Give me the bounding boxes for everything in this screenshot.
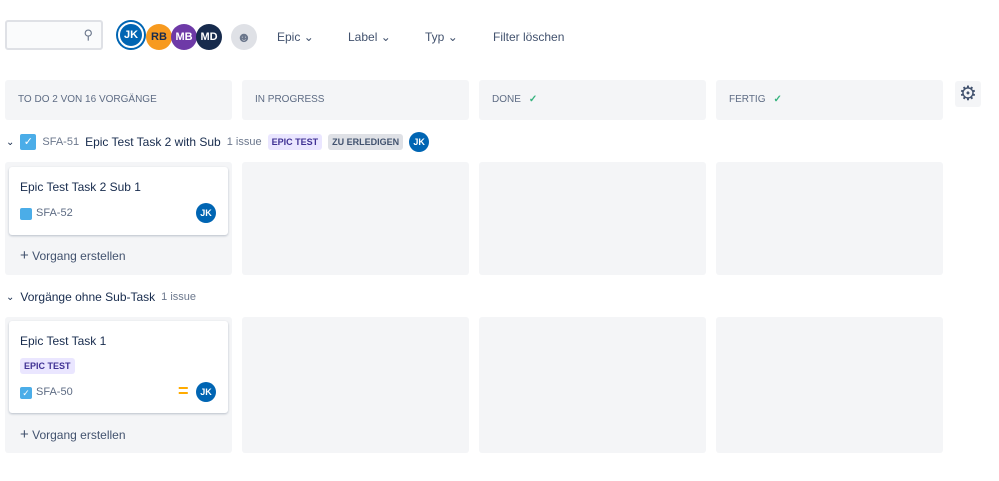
issue-count: 1 issue (226, 136, 262, 148)
card-title: Epic Test Task 1 (20, 334, 107, 348)
card-key: SFA-52 (36, 207, 73, 219)
chevron-down-icon: ⌄ (303, 30, 314, 44)
issue-card[interactable]: Epic Test Task 2 Sub 1 SFA-52 JK (9, 167, 228, 235)
epic-filter[interactable]: Epic ⌄ (277, 30, 314, 44)
epic-lozenge: EPIC TEST (20, 358, 75, 374)
avatar-filter-rb[interactable]: RB (146, 24, 172, 50)
column-header-in-progress: IN PROGRESS (242, 80, 469, 120)
task-type-icon: ✓ (20, 387, 32, 399)
swimlane-title: Epic Test Task 2 with Sub (85, 135, 221, 149)
cell-in-progress (242, 317, 469, 453)
status-lozenge: ZU ERLEDIGEN (328, 134, 404, 150)
create-issue-button[interactable]: + Vorgang erstellen (20, 426, 126, 443)
cell-in-progress (242, 162, 469, 275)
chevron-down-icon: ⌄ (380, 30, 391, 44)
column-header-fertig: FERTIG ✓ (716, 80, 943, 120)
cell-done (479, 162, 706, 275)
issue-count: 1 issue (161, 291, 197, 303)
add-user-icon[interactable]: ☻ (231, 24, 257, 50)
plus-icon: + (20, 247, 29, 264)
plus-icon: + (20, 426, 29, 443)
subtask-icon (20, 208, 32, 220)
column-header-todo: TO DO 2 VON 16 VORGÄNGE (5, 80, 232, 120)
board-settings-gear-icon[interactable]: ⚙ (955, 81, 981, 107)
check-icon: ✓ (773, 94, 782, 105)
issue-card[interactable]: Epic Test Task 1 EPIC TEST ✓ SFA-50 = JK (9, 321, 228, 413)
cell-done (479, 317, 706, 453)
search-input[interactable]: ⚲ (5, 20, 103, 50)
cell-fertig (716, 317, 943, 453)
card-title: Epic Test Task 2 Sub 1 (20, 180, 141, 194)
search-icon: ⚲ (83, 27, 93, 42)
chevron-down-icon[interactable]: ⌄ (6, 292, 14, 303)
swimlane-header[interactable]: ⌄ ✓ SFA-51 Epic Test Task 2 with Sub 1 i… (6, 132, 430, 152)
task-type-icon: ✓ (20, 134, 37, 150)
avatar-filter-md[interactable]: MD (196, 24, 222, 50)
create-issue-button[interactable]: + Vorgang erstellen (20, 247, 126, 264)
cell-fertig (716, 162, 943, 275)
column-header-done: DONE ✓ (479, 80, 706, 120)
avatar-filter-mb[interactable]: MB (171, 24, 197, 50)
card-key: SFA-50 (36, 386, 73, 398)
swimlane-title: Vorgänge ohne Sub-Task (20, 290, 156, 304)
avatar: JK (196, 203, 216, 223)
epic-lozenge: EPIC TEST (267, 134, 323, 150)
priority-medium-icon: = (178, 381, 189, 401)
avatar: JK (409, 132, 430, 152)
chevron-down-icon: ⌄ (447, 30, 458, 44)
chevron-down-icon[interactable]: ⌄ (6, 137, 14, 148)
check-icon: ✓ (528, 94, 538, 105)
avatar-filter-jk[interactable]: JK (118, 22, 144, 48)
swimlane-header[interactable]: ⌄ Vorgänge ohne Sub-Task 1 issue (6, 290, 196, 304)
label-filter[interactable]: Label ⌄ (348, 30, 391, 44)
avatar: JK (196, 382, 216, 402)
type-filter[interactable]: Typ ⌄ (425, 30, 458, 44)
clear-filters-button[interactable]: Filter löschen (493, 30, 564, 44)
issue-key[interactable]: SFA-51 (42, 136, 79, 148)
